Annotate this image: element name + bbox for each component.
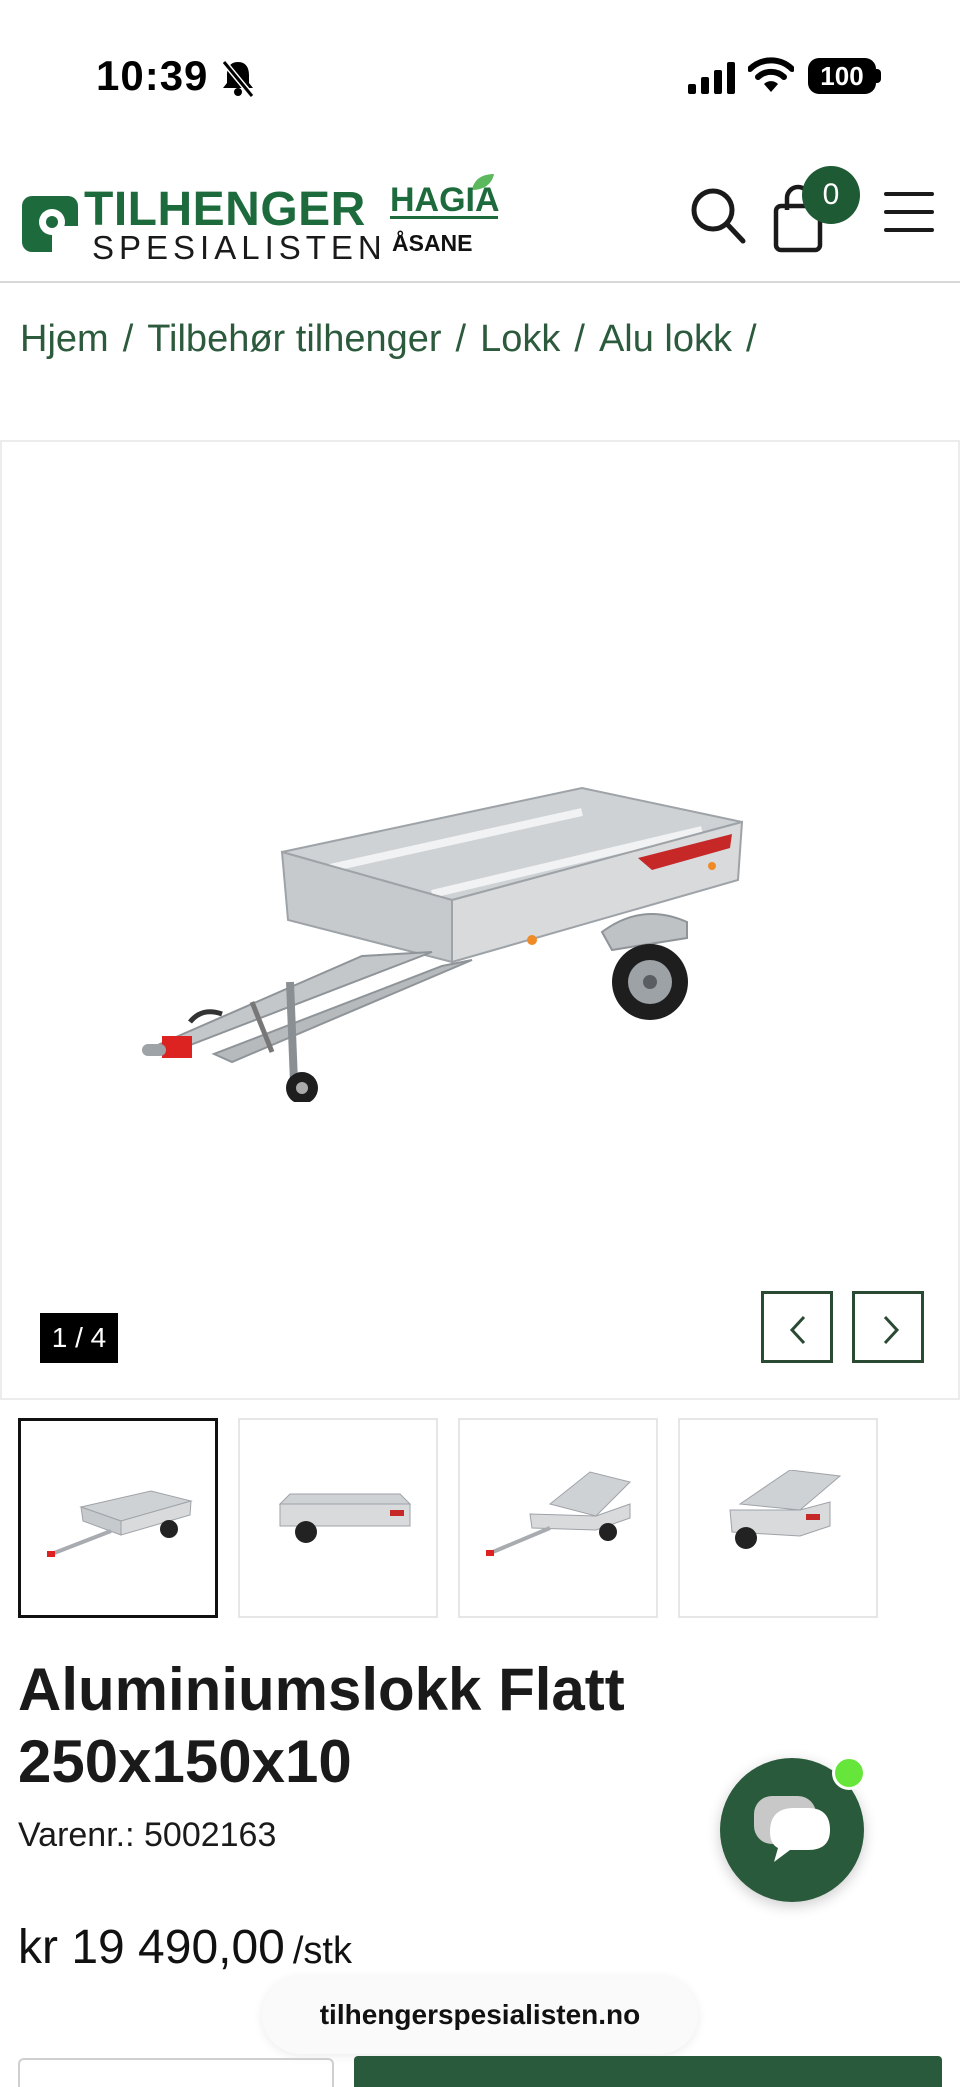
- quantity-input[interactable]: [18, 2058, 334, 2087]
- product-sku: Varenr.: 5002163: [18, 1816, 276, 1855]
- sku-value: 5002163: [144, 1816, 277, 1854]
- status-time: 10:39: [96, 52, 209, 99]
- breadcrumb-separator: /: [574, 318, 585, 360]
- product-image-trailer[interactable]: [142, 782, 762, 1102]
- product-image-gallery[interactable]: 1 / 4: [0, 440, 960, 1400]
- gallery-prev-button[interactable]: [761, 1291, 833, 1363]
- breadcrumb-separator: /: [746, 318, 757, 360]
- logo-title[interactable]: TILHENGER: [84, 186, 366, 234]
- thumbnail-trailer-image: [729, 1470, 842, 1549]
- logo-mark-icon[interactable]: [18, 192, 82, 256]
- partner-logo-title: HAGIA: [390, 181, 500, 219]
- signal-icon: [688, 62, 735, 94]
- search-icon[interactable]: [688, 184, 748, 248]
- breadcrumb-separator: /: [455, 318, 467, 360]
- add-to-cart-button[interactable]: [354, 2056, 942, 2087]
- battery-indicator: 100: [808, 58, 876, 94]
- partner-logo-subtitle: ÅSANE: [392, 230, 473, 256]
- battery-tip: [876, 69, 881, 83]
- thumbnail-1[interactable]: [18, 1418, 218, 1618]
- product-price: kr 19 490,00/stk: [18, 1920, 352, 1975]
- logo-subtitle[interactable]: SPESIALISTEN: [92, 230, 387, 266]
- breadcrumb-link-lids[interactable]: Lokk: [480, 318, 560, 360]
- partner-logo-underline: [390, 216, 498, 219]
- breadcrumb-link-accessories[interactable]: Tilbehør tilhenger: [147, 318, 441, 360]
- thumbnail-strip: [0, 1418, 960, 1620]
- breadcrumb-link-alu-lids[interactable]: Alu lokk: [599, 318, 732, 360]
- product-title: Aluminiumslokk Flatt 250x150x10: [18, 1656, 625, 1795]
- thumbnail-2[interactable]: [238, 1418, 438, 1618]
- thumbnail-trailer-image: [486, 1471, 631, 1556]
- status-bar: 10:39 100: [0, 0, 960, 150]
- thumbnail-trailer-image: [278, 1493, 412, 1543]
- online-status-dot: [832, 1756, 866, 1790]
- chat-bubble-icon: [754, 1796, 830, 1862]
- wifi-icon: [748, 57, 794, 92]
- cart-count-badge[interactable]: 0: [802, 166, 860, 224]
- thumbnail-4[interactable]: [678, 1418, 878, 1618]
- sku-label: Varenr.:: [18, 1816, 135, 1854]
- breadcrumb: Hjem / Tilbehør tilhenger / Lokk / Alu lokk /: [20, 318, 771, 361]
- browser-url-bar[interactable]: tilhengerspesialisten.no: [262, 1976, 698, 2054]
- image-counter: 1 / 4: [40, 1313, 118, 1363]
- chevron-left-icon: [789, 1315, 806, 1345]
- chevron-right-icon: [883, 1315, 900, 1345]
- hamburger-menu-icon[interactable]: [884, 190, 936, 234]
- thumbnail-3[interactable]: [458, 1418, 658, 1618]
- price-unit: /stk: [292, 1930, 352, 1972]
- gallery-next-button[interactable]: [852, 1291, 924, 1363]
- price-value: kr 19 490,00: [18, 1921, 285, 1974]
- thumbnail-trailer-image: [47, 1490, 193, 1557]
- breadcrumb-link-home[interactable]: Hjem: [20, 318, 109, 360]
- bell-muted-icon: [221, 60, 255, 98]
- breadcrumb-separator: /: [122, 318, 134, 360]
